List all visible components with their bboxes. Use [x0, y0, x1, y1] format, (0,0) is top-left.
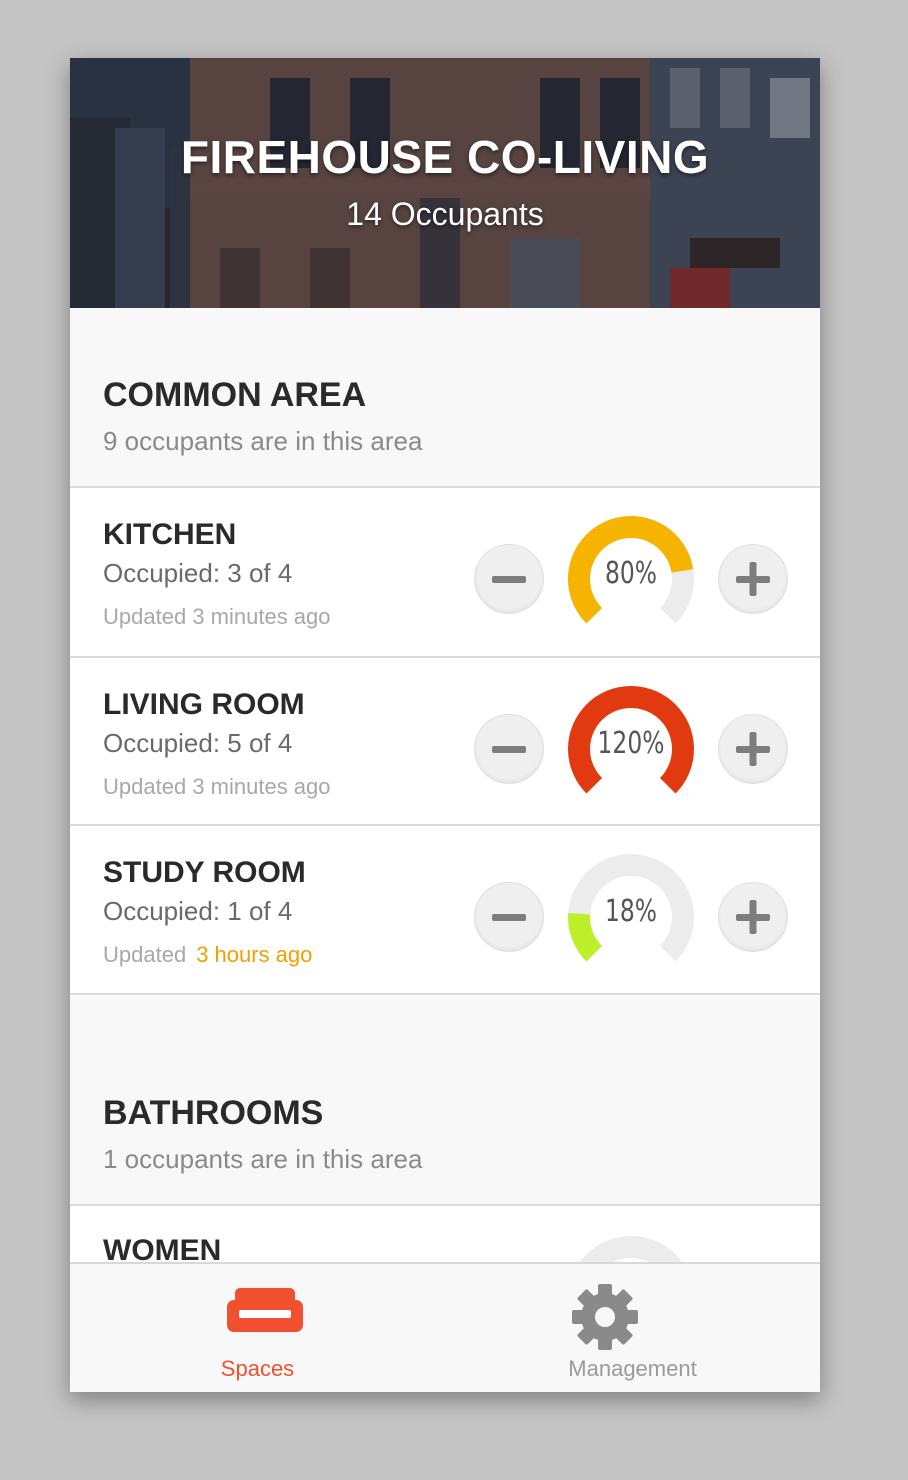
- room-row-kitchen: KITCHEN Occupied: 3 of 4 Updated 3 minut…: [70, 486, 820, 656]
- occupant-count: 14 Occupants: [346, 196, 544, 232]
- occupancy-percent: 120%: [597, 726, 665, 761]
- app-screen: FIREHOUSE CO-LIVING 14 Occupants COMMON …: [70, 58, 820, 1392]
- tab-label: Spaces: [220, 1356, 295, 1381]
- occupancy-percent: 18%: [604, 894, 658, 929]
- tab-spaces[interactable]: Spaces: [70, 1264, 445, 1392]
- minus-icon: [492, 746, 526, 753]
- plus-icon: [736, 562, 770, 596]
- room-row-study-room: STUDY ROOM Occupied: 1 of 4 Updated 3 hou…: [70, 824, 820, 994]
- occupancy-gauge: 120%: [566, 684, 696, 814]
- room-updated: Updated 3 minutes ago: [103, 604, 331, 629]
- section-header-bathrooms: BATHROOMS 1 occupants are in this area: [70, 1094, 820, 1204]
- room-name: LIVING ROOM: [103, 688, 305, 721]
- room-updated: Updated 3 minutes ago: [103, 774, 331, 799]
- building-title: FIREHOUSE CO-LIVING: [180, 131, 710, 183]
- room-name: KITCHEN: [103, 518, 237, 551]
- tab-management[interactable]: Management: [445, 1264, 820, 1392]
- plus-icon: [736, 732, 770, 766]
- room-row-living-room: LIVING ROOM Occupied: 5 of 4 Updated 3 m…: [70, 656, 820, 826]
- updated-time: 3 minutes ago: [192, 604, 331, 629]
- minus-icon: [492, 914, 526, 921]
- room-occupancy: Occupied: 1 of 4: [103, 896, 293, 926]
- section-title: COMMON AREA: [103, 376, 367, 414]
- divider: [70, 993, 820, 995]
- increment-button[interactable]: [718, 544, 788, 614]
- room-updated: Updated 3 hours ago: [103, 942, 313, 967]
- room-name: STUDY ROOM: [103, 856, 306, 889]
- plus-icon: [736, 900, 770, 934]
- tab-label: Management: [568, 1356, 697, 1381]
- section-title: BATHROOMS: [103, 1094, 324, 1132]
- section-description: 1 occupants are in this area: [103, 1144, 423, 1174]
- occupancy-percent: 80%: [604, 556, 658, 591]
- increment-button[interactable]: [718, 882, 788, 952]
- header-banner: FIREHOUSE CO-LIVING 14 Occupants: [70, 58, 820, 308]
- increment-button[interactable]: [718, 714, 788, 784]
- section-description: 9 occupants are in this area: [103, 426, 423, 456]
- decrement-button[interactable]: [474, 714, 544, 784]
- minus-icon: [492, 576, 526, 583]
- room-occupancy: Occupied: 3 of 4: [103, 558, 293, 588]
- decrement-button[interactable]: [474, 882, 544, 952]
- updated-time-stale: 3 hours ago: [196, 942, 313, 967]
- updated-time: 3 minutes ago: [192, 774, 331, 799]
- decrement-button[interactable]: [474, 544, 544, 614]
- tab-bar: Spaces Management: [70, 1262, 820, 1392]
- section-header-common-area: COMMON AREA 9 occupants are in this area: [70, 376, 820, 486]
- room-occupancy: Occupied: 5 of 4: [103, 728, 293, 758]
- gear-icon: [572, 1284, 638, 1350]
- occupancy-gauge: 80%: [566, 514, 696, 644]
- occupancy-gauge: 18%: [566, 852, 696, 982]
- sofa-icon: [227, 1288, 303, 1332]
